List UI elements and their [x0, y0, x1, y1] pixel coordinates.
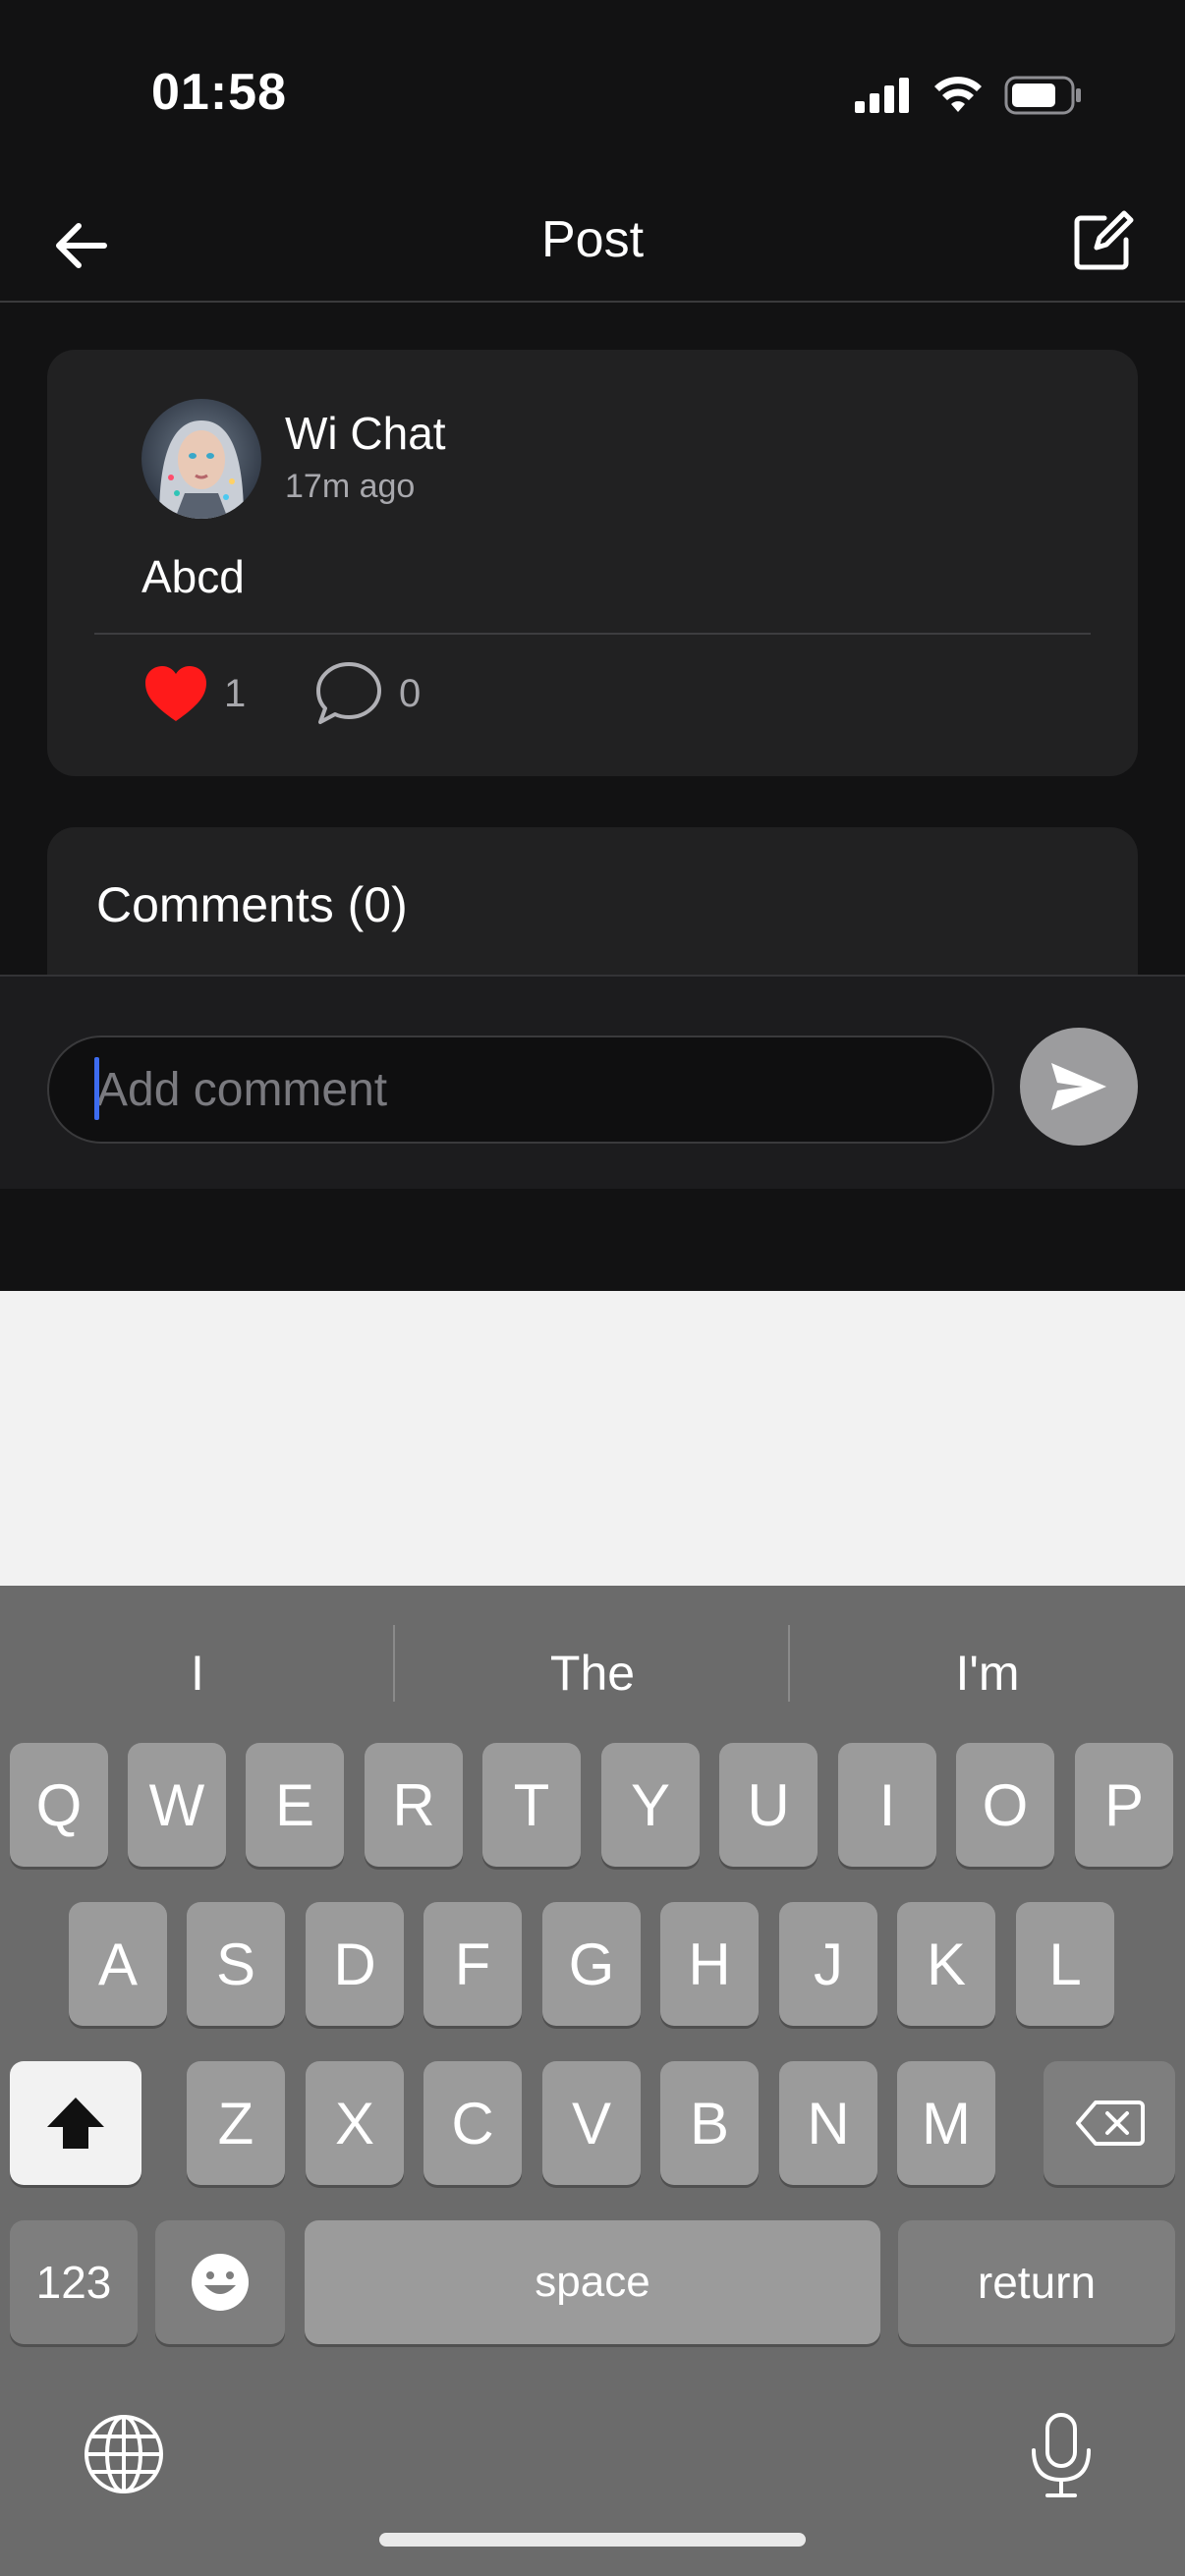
author-name[interactable]: Wi Chat: [285, 407, 446, 460]
space-key[interactable]: space: [305, 2220, 880, 2344]
key-e[interactable]: E: [246, 1743, 344, 1867]
divider: [94, 633, 1091, 635]
heart-icon: [145, 666, 206, 721]
signal-icon: [855, 78, 909, 113]
suggestion-2[interactable]: The: [395, 1645, 790, 1702]
compose-button[interactable]: [1067, 206, 1138, 277]
battery-icon: [1004, 76, 1081, 115]
key-r[interactable]: R: [365, 1743, 463, 1867]
key-k[interactable]: K: [897, 1902, 995, 2026]
send-button[interactable]: [1020, 1028, 1138, 1146]
emoji-icon: [192, 2254, 249, 2311]
shift-key[interactable]: [10, 2061, 141, 2185]
key-v[interactable]: V: [542, 2061, 641, 2185]
key-u[interactable]: U: [719, 1743, 818, 1867]
home-indicator[interactable]: [379, 2533, 806, 2547]
comments-heading: Comments (0): [96, 877, 408, 932]
suggestion-3[interactable]: I'm: [790, 1645, 1185, 1702]
like-count: 1: [224, 672, 247, 715]
key-g[interactable]: G: [542, 1902, 641, 2026]
status-time: 01:58: [151, 64, 287, 121]
comment-bubble-icon: [316, 662, 381, 724]
key-b[interactable]: B: [660, 2061, 759, 2185]
nav-bar: Post: [0, 187, 1185, 303]
key-x[interactable]: X: [306, 2061, 404, 2185]
delete-icon: [1076, 2100, 1145, 2146]
keyboard: I The I'm Q W E R T Y U I O P A S D F G …: [0, 1586, 1185, 2576]
post-timestamp: 17m ago: [285, 468, 416, 505]
key-f[interactable]: F: [423, 1902, 522, 2026]
key-h[interactable]: H: [660, 1902, 759, 2026]
key-m[interactable]: M: [897, 2061, 995, 2185]
comment-button[interactable]: [314, 660, 383, 727]
key-w[interactable]: W: [128, 1743, 226, 1867]
shift-icon: [47, 2098, 104, 2149]
key-o[interactable]: O: [956, 1743, 1054, 1867]
wifi-icon: [934, 77, 982, 112]
key-y[interactable]: Y: [601, 1743, 700, 1867]
key-c[interactable]: C: [423, 2061, 522, 2185]
key-n[interactable]: N: [779, 2061, 877, 2185]
empty-area: [0, 1291, 1185, 1586]
key-d[interactable]: D: [306, 1902, 404, 2026]
send-icon: [1051, 1063, 1106, 1110]
comment-composer: [0, 975, 1185, 1189]
compose-icon: [1074, 210, 1134, 270]
post-card: Wi Chat 17m ago Abcd 1 0: [47, 350, 1138, 776]
key-i[interactable]: I: [838, 1743, 936, 1867]
comments-section: Comments (0): [47, 827, 1138, 975]
status-icons: [855, 73, 1083, 118]
key-t[interactable]: T: [482, 1743, 581, 1867]
comment-count: 0: [399, 672, 422, 715]
emoji-key[interactable]: [155, 2220, 285, 2344]
text-caret: [94, 1057, 99, 1120]
comment-input[interactable]: [47, 1036, 994, 1144]
key-a[interactable]: A: [69, 1902, 167, 2026]
return-key[interactable]: return: [898, 2220, 1175, 2344]
globe-icon: [85, 2415, 163, 2493]
microphone-icon: [1032, 2413, 1091, 2497]
key-j[interactable]: J: [779, 1902, 877, 2026]
key-l[interactable]: L: [1016, 1902, 1114, 2026]
globe-button[interactable]: [83, 2413, 165, 2495]
like-button[interactable]: [143, 664, 208, 725]
avatar[interactable]: [141, 399, 261, 519]
key-q[interactable]: Q: [10, 1743, 108, 1867]
delete-key[interactable]: [1044, 2061, 1175, 2185]
key-s[interactable]: S: [187, 1902, 285, 2026]
dictation-button[interactable]: [1022, 2411, 1100, 2499]
post-text: Abcd: [141, 551, 245, 602]
numbers-key[interactable]: 123: [10, 2220, 138, 2344]
key-p[interactable]: P: [1075, 1743, 1173, 1867]
page-title: Post: [540, 211, 645, 268]
key-z[interactable]: Z: [187, 2061, 285, 2185]
suggestion-1[interactable]: I: [0, 1645, 395, 1702]
